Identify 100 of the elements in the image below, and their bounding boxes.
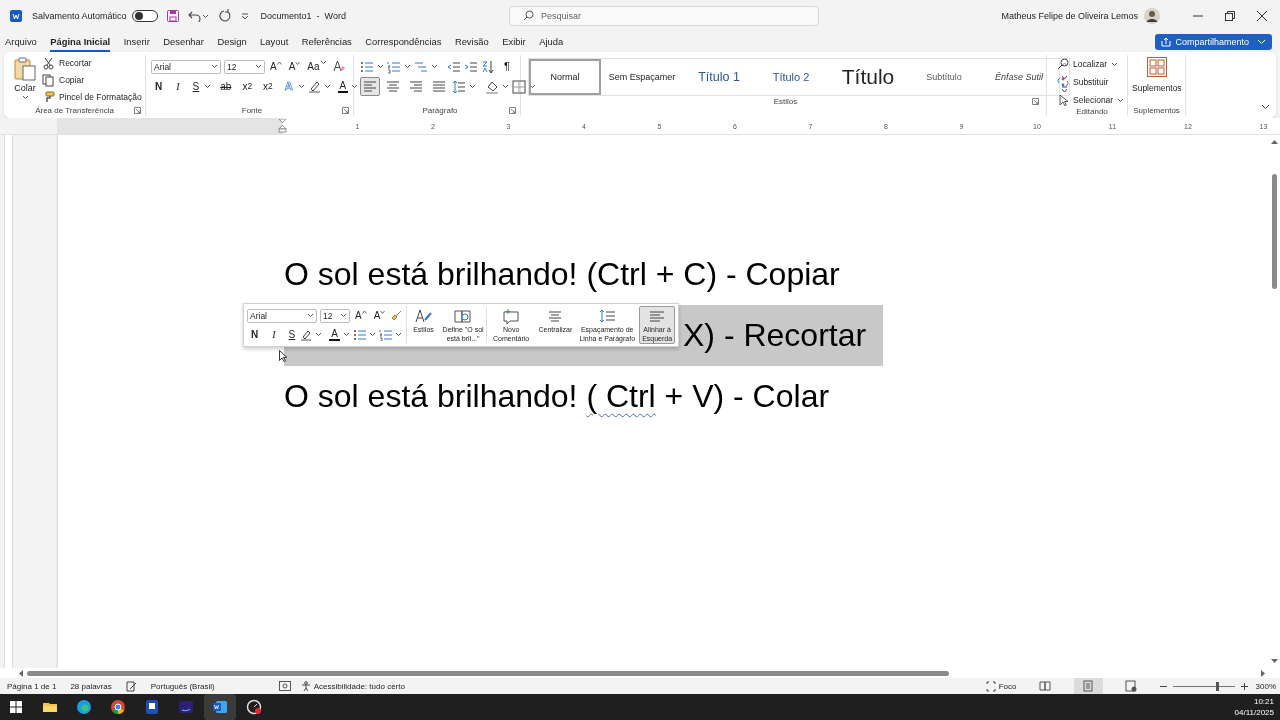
font-color-button[interactable]: A [329,328,340,341]
add-ins-button[interactable]: Suplementos [1128,55,1186,105]
grow-font-button[interactable]: A [268,60,284,73]
increase-indent-icon[interactable] [464,59,478,74]
multilevel-list-icon[interactable] [414,59,428,74]
proofing-icon[interactable] [125,680,137,692]
format-painter-icon[interactable] [390,309,403,322]
focus-button[interactable]: Foco [985,680,1017,692]
autosave-toggle[interactable] [131,10,158,22]
style-option[interactable]: Ênfase Sutil [979,59,1059,95]
save-icon[interactable] [166,10,179,22]
zoom-level[interactable]: 300% [1255,681,1276,691]
dialog-launcher-icon[interactable] [134,107,141,114]
windows-icon[interactable] [10,701,22,713]
format-button[interactable]: N [249,328,261,341]
caret-icon[interactable] [502,84,509,89]
dialog-launcher-icon[interactable] [1032,98,1039,105]
indent-marker-icon[interactable] [278,119,287,133]
page-count[interactable]: Página 1 de 1 [7,681,57,691]
grow-font-button[interactable]: A [353,309,369,322]
clipboard-button[interactable]: Copiar [42,73,142,87]
format-button[interactable]: ab [218,80,234,93]
format-button[interactable]: I [270,328,278,341]
caret-icon[interactable] [368,332,376,337]
ribbon-tab[interactable]: Desenhar [163,32,204,52]
format-button[interactable]: S [286,328,298,341]
avatar[interactable] [1144,8,1160,24]
caret-icon[interactable] [315,332,323,337]
font-name-field[interactable]: Arial [151,59,221,74]
ribbon-tab[interactable]: Correspondências [365,32,442,52]
share-button[interactable]: Compartilhamento [1155,34,1272,50]
font-name-field[interactable]: Arial [247,308,317,323]
highlighter-icon[interactable] [300,328,313,341]
highlighter-icon[interactable] [307,80,321,93]
bullets-icon[interactable] [360,59,374,74]
font-size-field[interactable]: 12 [224,59,265,74]
sort-icon[interactable] [481,59,495,74]
shrink-font-button[interactable]: A [371,309,388,322]
caret-icon[interactable] [469,84,476,89]
ribbon-tab[interactable]: Layout [260,32,289,52]
search-field[interactable]: Pesquisar [508,6,819,26]
caret-icon[interactable] [529,84,536,89]
caret-icon[interactable] [204,84,212,89]
font-color-button[interactable]: A [337,80,349,93]
format-button[interactable]: S [190,80,202,93]
caret-icon[interactable] [377,64,384,69]
change-case-button[interactable]: Aa [305,60,329,73]
caret-icon[interactable] [351,84,359,89]
style-option[interactable]: Título 1 [683,59,755,95]
editing-button[interactable]: Selecionar [1057,93,1127,107]
accessibility-status[interactable]: Acessibilidade: tudo certo [300,680,405,692]
decrease-indent-icon[interactable] [447,59,461,74]
language[interactable]: Português (Brasil) [150,681,215,691]
close-icon[interactable] [1257,11,1267,21]
caret-icon[interactable] [201,13,209,19]
ribbon-tab[interactable]: Arquivo [5,32,37,52]
shading-icon[interactable] [485,79,499,94]
caret-icon[interactable] [431,64,438,69]
undo-icon[interactable] [187,10,202,22]
ribbon-tab[interactable]: Inserir [123,32,150,52]
show-marks-button[interactable]: ¶ [502,60,512,73]
caret-icon[interactable] [323,84,331,89]
restore-icon[interactable] [1225,11,1235,21]
horizontal-scrollbar[interactable] [0,668,1280,678]
clipboard-button[interactable]: Pincel de Formatação [42,90,142,104]
caret-icon[interactable] [297,84,305,89]
borders-icon[interactable] [512,79,526,94]
caret-icon[interactable] [404,64,411,69]
clear-formatting-icon[interactable] [331,60,345,73]
ribbon-tab[interactable]: Referências [301,32,352,52]
word-icon[interactable] [204,694,236,720]
style-option[interactable]: Título 2 [755,59,827,95]
bullets-icon[interactable] [352,328,366,341]
clock-time[interactable]: 10:21 [1253,696,1274,707]
ribbon-tab[interactable]: Ajuda [539,32,564,52]
ribbon-tab[interactable]: Design [217,32,247,52]
paste-button[interactable]: Colar [4,55,42,105]
format-button[interactable]: N [153,80,165,93]
font-size-field[interactable]: 12 [320,308,350,323]
caret-icon[interactable] [394,332,402,337]
dialog-launcher-icon[interactable] [342,107,349,114]
macro-icon[interactable] [278,681,291,691]
print-view-icon[interactable] [1073,678,1103,694]
style-option[interactable]: Título [827,59,909,95]
style-option[interactable]: Sem Espaçamer [601,59,683,95]
dialog-launcher-icon[interactable] [509,107,516,114]
more-styles-icon[interactable] [1060,85,1069,94]
customize-icon[interactable] [240,12,249,20]
collapse-ribbon-icon[interactable] [1261,104,1270,110]
ribbon-tab[interactable]: Revisão [454,32,489,52]
style-option[interactable]: Normal [529,59,601,95]
zoom-in-icon[interactable] [1240,682,1248,690]
format-button[interactable]: I [174,80,182,93]
ribbon-tab[interactable]: Exibir [502,32,526,52]
clipboard-button[interactable]: Recortar [42,56,142,70]
clock-date[interactable]: 04/11/2025 [1234,707,1274,718]
caret-icon[interactable] [342,332,350,337]
redo-icon[interactable] [217,9,232,23]
editing-button[interactable]: Substituir [1057,75,1127,89]
editing-button[interactable]: Localizar [1057,57,1127,71]
